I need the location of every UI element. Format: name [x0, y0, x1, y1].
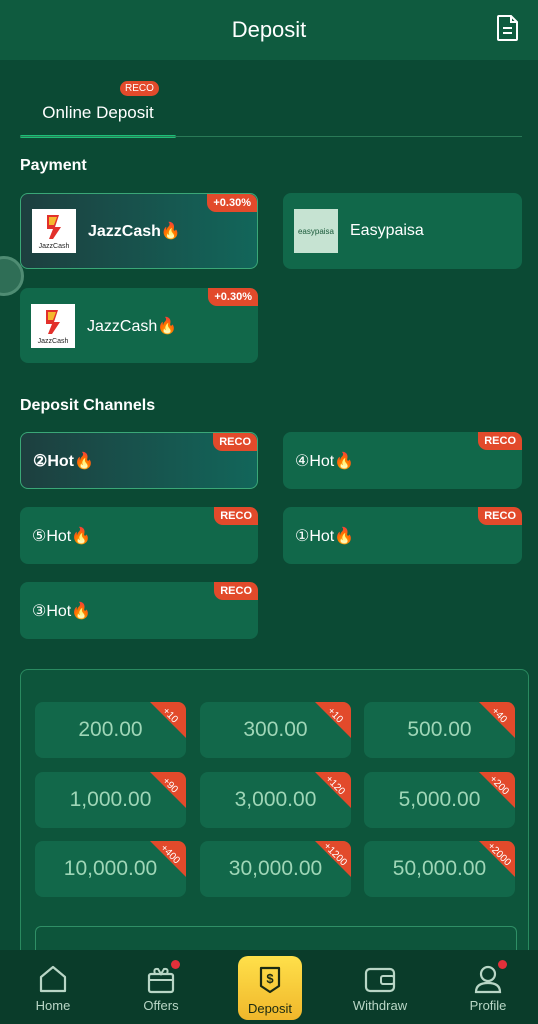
- amount-option[interactable]: 10,000.00 +400: [35, 841, 186, 897]
- payment-method-label: JazzCash🔥: [87, 317, 178, 335]
- channel-item[interactable]: ②Hot🔥 RECO: [20, 432, 258, 489]
- nav-label: Profile: [469, 998, 507, 1013]
- amount-panel: 200.00 +10 300.00 +10 500.00 +40 1,000.0…: [20, 669, 529, 969]
- amount-option[interactable]: 300.00 +10: [200, 702, 351, 758]
- notification-dot: [171, 960, 180, 969]
- payment-section-title: Payment: [20, 157, 87, 174]
- easypaisa-logo: easypaisa: [294, 209, 338, 253]
- channels-section-title: Deposit Channels: [20, 397, 156, 414]
- gift-icon: [144, 960, 180, 994]
- bonus-badge: +0.30%: [207, 194, 257, 212]
- channel-label: ③Hot🔥: [32, 602, 92, 620]
- nav-withdraw[interactable]: Withdraw: [335, 950, 425, 1024]
- jazzcash-logo: JazzCash: [32, 209, 76, 253]
- channel-item[interactable]: ①Hot🔥 RECO: [283, 507, 522, 564]
- nav-offers[interactable]: Offers: [116, 950, 206, 1024]
- amount-option[interactable]: 30,000.00 +1200: [200, 841, 351, 897]
- amount-value: 1,000.00: [69, 788, 152, 811]
- amount-value: 10,000.00: [63, 857, 158, 880]
- bonus-badge: +0.30%: [208, 288, 258, 306]
- channel-item[interactable]: ⑤Hot🔥 RECO: [20, 507, 258, 564]
- payment-method-easypaisa[interactable]: easypaisa Easypaisa: [283, 193, 522, 269]
- tab-label: Online Deposit: [42, 103, 154, 122]
- amount-option[interactable]: 1,000.00 +90: [35, 772, 186, 828]
- amount-value: 300.00: [243, 718, 308, 741]
- channel-label: ⑤Hot🔥: [32, 527, 92, 545]
- channel-item[interactable]: ④Hot🔥 RECO: [283, 432, 522, 489]
- wallet-icon: [363, 964, 397, 994]
- channel-label: ①Hot🔥: [295, 527, 355, 545]
- document-icon[interactable]: [496, 14, 520, 42]
- reco-badge: RECO: [478, 507, 522, 525]
- payment-method-jazzcash[interactable]: JazzCash JazzCash🔥 +0.30%: [20, 193, 258, 269]
- reco-badge: RECO: [478, 432, 522, 450]
- amount-option[interactable]: 500.00 +40: [364, 702, 515, 758]
- tab-online-deposit[interactable]: Online Deposit RECO: [20, 80, 176, 138]
- reco-badge: RECO: [120, 81, 159, 96]
- nav-label: Withdraw: [352, 998, 408, 1013]
- payment-method-jazzcash-2[interactable]: JazzCash JazzCash🔥 +0.30%: [20, 288, 258, 363]
- divider: [20, 136, 522, 137]
- payment-method-label: Easypaisa: [350, 222, 424, 239]
- svg-text:$: $: [266, 971, 274, 986]
- amount-option[interactable]: 3,000.00 +120: [200, 772, 351, 828]
- page-title: Deposit: [231, 17, 307, 42]
- nav-deposit[interactable]: $ Deposit: [238, 956, 302, 1020]
- notification-dot: [498, 960, 507, 969]
- channel-label: ②Hot🔥: [33, 452, 94, 470]
- svg-text:JazzCash: JazzCash: [39, 243, 70, 250]
- amount-option[interactable]: 50,000.00 +2000: [364, 841, 515, 897]
- nav-profile[interactable]: Profile: [443, 950, 533, 1024]
- home-icon: [36, 964, 70, 994]
- payment-method-label: JazzCash🔥: [88, 223, 181, 240]
- reco-badge: RECO: [214, 507, 258, 525]
- amount-option[interactable]: 5,000.00 +200: [364, 772, 515, 828]
- deposit-tabs: Online Deposit RECO: [20, 80, 522, 138]
- nav-label: Offers: [143, 998, 179, 1013]
- user-icon: [471, 960, 507, 994]
- channel-label: ④Hot🔥: [295, 452, 355, 470]
- svg-text:easypaisa: easypaisa: [298, 227, 335, 236]
- app-header: Deposit: [0, 0, 538, 60]
- amount-value: 500.00: [407, 718, 472, 741]
- jazzcash-logo: JazzCash: [31, 303, 75, 348]
- nav-home[interactable]: Home: [8, 950, 98, 1024]
- amount-value: 5,000.00: [398, 788, 481, 811]
- amount-value: 200.00: [78, 718, 143, 741]
- amount-option[interactable]: 200.00 +10: [35, 702, 186, 758]
- reco-badge: RECO: [213, 433, 257, 451]
- nav-label: Home: [35, 998, 71, 1013]
- amount-value: 50,000.00: [392, 857, 487, 880]
- amount-value: 30,000.00: [228, 857, 323, 880]
- nav-label: Deposit: [247, 1001, 293, 1016]
- reco-badge: RECO: [214, 582, 258, 600]
- amount-value: 3,000.00: [234, 788, 317, 811]
- channel-item[interactable]: ③Hot🔥 RECO: [20, 582, 258, 639]
- svg-text:JazzCash: JazzCash: [38, 338, 69, 345]
- deposit-icon: $: [255, 964, 285, 999]
